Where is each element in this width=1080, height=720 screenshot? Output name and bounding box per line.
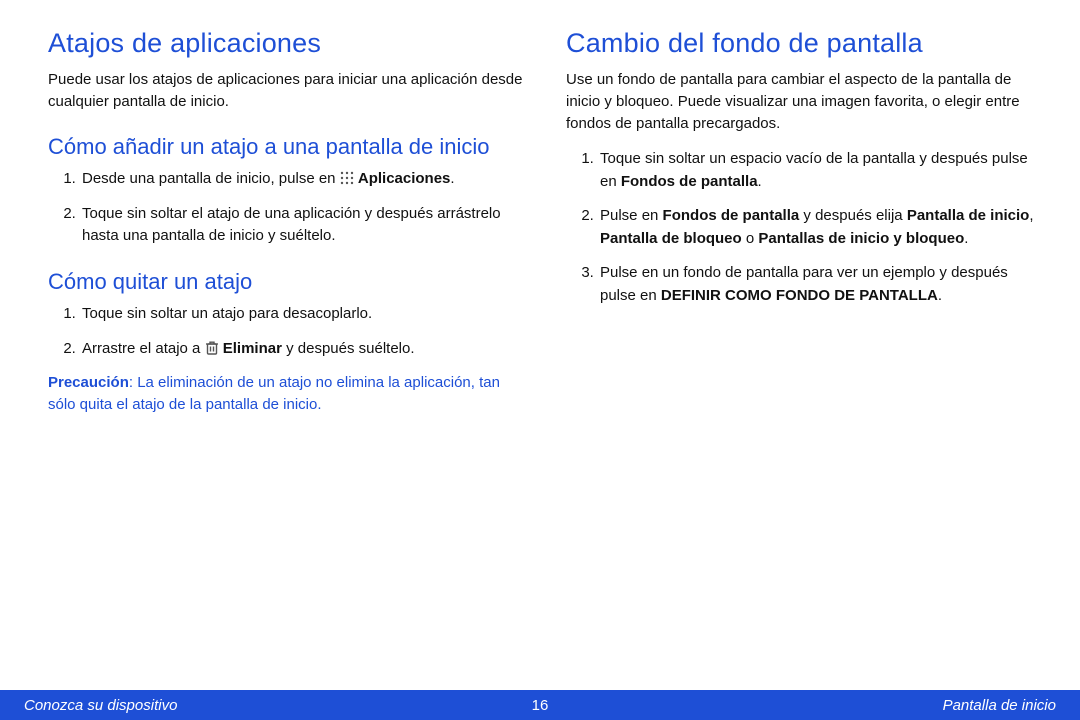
step-bold: DEFINIR COMO FONDO DE PANTALLA xyxy=(661,287,938,304)
step-bold: Eliminar xyxy=(223,340,282,357)
step-text: o xyxy=(742,230,759,247)
step-bold: Fondos de pantalla xyxy=(621,173,758,190)
step-text: , xyxy=(1029,207,1033,224)
list-item: Pulse en un fondo de pantalla para ver u… xyxy=(598,262,1044,307)
list-item: Toque sin soltar un espacio vacío de la … xyxy=(598,148,1044,193)
apps-icon xyxy=(340,170,354,184)
page-number: 16 xyxy=(532,697,549,714)
list-item: Arrastre el atajo a Eliminar y después s… xyxy=(80,338,526,361)
step-bold: Pantallas de inicio y bloqueo xyxy=(758,230,964,247)
list-item: Toque sin soltar el atajo de una aplicac… xyxy=(80,203,526,248)
footer-bar: Conozca su dispositivo 16 Pantalla de in… xyxy=(0,690,1080,720)
step-text: . xyxy=(450,170,454,187)
footer-left: Conozca su dispositivo xyxy=(24,697,177,714)
list-item: Pulse en Fondos de pantalla y después el… xyxy=(598,205,1044,250)
intro-shortcuts: Puede usar los atajos de aplicaciones pa… xyxy=(48,69,526,113)
step-text: . xyxy=(938,287,942,304)
heading-add-shortcut: Cómo añadir un atajo a una pantalla de i… xyxy=(48,133,526,161)
step-bold: Fondos de pantalla xyxy=(663,207,800,224)
step-text: y después suéltelo. xyxy=(282,340,415,357)
list-item: Desde una pantalla de inicio, pulse en A… xyxy=(80,168,526,191)
right-column: Cambio del fondo de pantalla Use un fond… xyxy=(566,28,1044,416)
add-shortcut-steps: Desde una pantalla de inicio, pulse en A… xyxy=(48,168,526,248)
step-text: Desde una pantalla de inicio, pulse en xyxy=(82,170,340,187)
step-text: . xyxy=(964,230,968,247)
heading-shortcuts: Atajos de aplicaciones xyxy=(48,28,526,59)
wallpaper-steps: Toque sin soltar un espacio vacío de la … xyxy=(566,148,1044,307)
caution-note: Precaución: La eliminación de un atajo n… xyxy=(48,372,526,416)
heading-remove-shortcut: Cómo quitar un atajo xyxy=(48,268,526,296)
remove-shortcut-steps: Toque sin soltar un atajo para desacopla… xyxy=(48,303,526,360)
step-text: Arrastre el atajo a xyxy=(82,340,205,357)
list-item: Toque sin soltar un atajo para desacopla… xyxy=(80,303,526,326)
caution-label: Precaución xyxy=(48,374,129,391)
step-bold: Aplicaciones xyxy=(358,170,451,187)
step-text: Pulse en xyxy=(600,207,663,224)
footer-right: Pantalla de inicio xyxy=(943,697,1056,714)
step-text: y después elija xyxy=(799,207,907,224)
step-bold: Pantalla de bloqueo xyxy=(600,230,742,247)
step-text: . xyxy=(758,173,762,190)
step-bold: Pantalla de inicio xyxy=(907,207,1030,224)
heading-wallpaper: Cambio del fondo de pantalla xyxy=(566,28,1044,59)
intro-wallpaper: Use un fondo de pantalla para cambiar el… xyxy=(566,69,1044,134)
left-column: Atajos de aplicaciones Puede usar los at… xyxy=(48,28,526,416)
trash-icon xyxy=(205,340,219,356)
